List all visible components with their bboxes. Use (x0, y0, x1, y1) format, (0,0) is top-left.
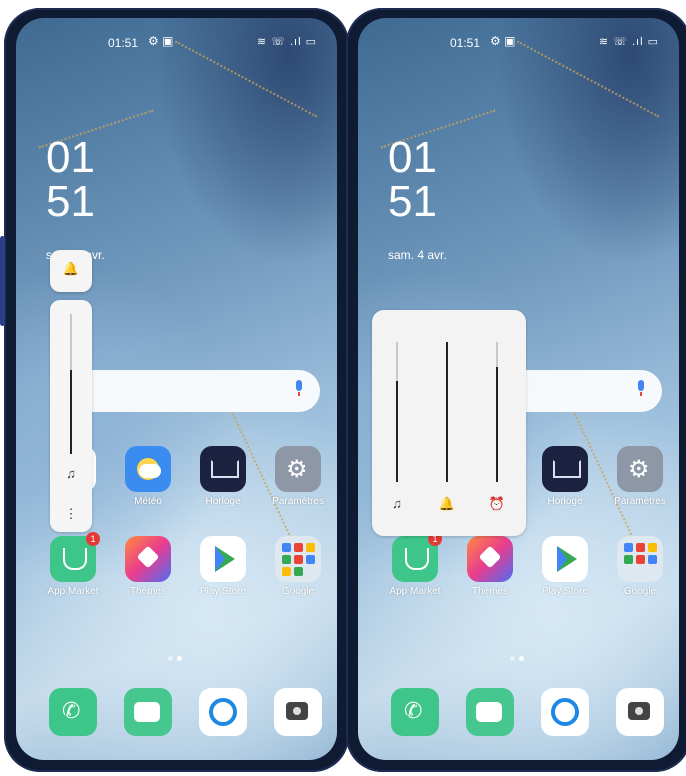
app-google-folder[interactable]: Google (605, 536, 675, 597)
app-app-market[interactable]: 1 App Market (380, 532, 450, 597)
app-label: Thèmes (129, 586, 167, 597)
app-label: Paramètres (614, 496, 666, 507)
app-google-folder[interactable]: Google (263, 536, 333, 597)
app-label: Google (623, 586, 657, 597)
home-screen-right: 01:51 ⚙ ▣ ≋ ☏ .ıl ▭ 01 51 sam. 4 avr. Ho… (358, 18, 679, 760)
browser-icon (199, 688, 247, 736)
app-label: Horloge (547, 496, 583, 507)
phone-left: 01:51 ⚙ ▣ ≋ ☏ .ıl ▭ 01 51 sam. 4 avr. G … (0, 8, 349, 772)
phone-right: 01:51 ⚙ ▣ ≋ ☏ .ıl ▭ 01 51 sam. 4 avr. Ho… (346, 8, 686, 772)
settings-icon: ⚙ (617, 446, 663, 492)
app-market-icon: 1 (50, 532, 100, 582)
bell-icon: 🔔 (438, 496, 456, 511)
clock-minute: 51 (388, 177, 437, 226)
camera-icon (274, 688, 322, 736)
media-volume-fill (396, 381, 398, 482)
status-bar: 01:51 ⚙ ▣ ≋ ☏ .ıl ▭ (16, 34, 337, 54)
dock-messages[interactable] (455, 688, 525, 736)
status-time: 01:51 (108, 36, 139, 50)
media-volume-slider[interactable] (70, 314, 72, 454)
bell-icon: 🔔 (62, 261, 80, 276)
ringer-volume-fill (446, 342, 448, 482)
ringer-volume-slider[interactable] (446, 342, 448, 482)
app-parametres[interactable]: ⚙ Paramètres (605, 446, 675, 507)
app-parametres[interactable]: ⚙ Paramètres (263, 446, 333, 507)
phone-icon: ✆ (391, 688, 439, 736)
notification-badge: 1 (86, 532, 100, 546)
page-indicator (508, 648, 538, 661)
app-play-store[interactable]: Play Store (530, 536, 600, 597)
ringer-mode-button[interactable]: 🔔 (50, 250, 92, 292)
lock-clock: 01 51 (388, 136, 437, 224)
app-play-store[interactable]: Play Store (188, 536, 258, 597)
clock-date: sam. 4 avr. (388, 248, 447, 262)
app-label: Play Store (199, 586, 247, 597)
messages-icon (466, 688, 514, 736)
app-label: Météo (134, 496, 162, 507)
volume-side-button[interactable] (0, 236, 5, 326)
themes-icon (125, 536, 171, 582)
app-label: Play Store (541, 586, 589, 597)
app-label: Horloge (205, 496, 241, 507)
dock-phone[interactable]: ✆ (380, 688, 450, 736)
clock-hour: 01 (388, 133, 437, 182)
music-note-icon: ♫ (66, 466, 76, 481)
status-bar: 01:51 ⚙ ▣ ≋ ☏ .ıl ▭ (358, 34, 679, 54)
app-label: App Market (389, 586, 441, 597)
app-themes[interactable]: Thèmes (455, 536, 525, 597)
media-volume-fill (70, 370, 72, 454)
dock-phone[interactable]: ✆ (38, 688, 108, 736)
dock-camera[interactable] (263, 688, 333, 736)
page-indicator (166, 648, 196, 661)
app-app-market[interactable]: 1 App Market (38, 532, 108, 597)
alarm-volume-slider[interactable] (496, 342, 498, 482)
play-store-icon (200, 536, 246, 582)
alarm-volume-fill (496, 367, 498, 482)
weather-icon (125, 446, 171, 492)
volume-panel-collapsed[interactable]: ♫ ⋮ (50, 300, 92, 532)
dock-camera[interactable] (605, 688, 675, 736)
dock-messages[interactable] (113, 688, 183, 736)
status-time: 01:51 (450, 36, 481, 50)
app-label: App Market (47, 586, 99, 597)
media-volume-slider[interactable] (396, 342, 398, 482)
app-label: Google (281, 586, 315, 597)
lock-clock: 01 51 (46, 136, 95, 224)
settings-status-icon: ⚙ ▣ (490, 34, 516, 48)
microphone-icon[interactable] (636, 380, 646, 396)
camera-icon (616, 688, 664, 736)
app-meteo[interactable]: Météo (113, 446, 183, 507)
dock-browser[interactable] (188, 688, 258, 736)
app-horloge[interactable]: Horloge (188, 446, 258, 507)
more-options-icon[interactable]: ⋮ (59, 506, 83, 522)
messages-icon (124, 688, 172, 736)
clock-icon (542, 446, 588, 492)
google-folder-icon (617, 536, 663, 582)
phone-icon: ✆ (49, 688, 97, 736)
music-note-icon: ♫ (392, 496, 402, 511)
clock-hour: 01 (46, 133, 95, 182)
clock-minute: 51 (46, 177, 95, 226)
app-themes[interactable]: Thèmes (113, 536, 183, 597)
settings-icon: ⚙ (275, 446, 321, 492)
microphone-icon[interactable] (294, 380, 304, 396)
play-store-icon (542, 536, 588, 582)
app-market-icon: 1 (392, 532, 442, 582)
home-screen-left: 01:51 ⚙ ▣ ≋ ☏ .ıl ▭ 01 51 sam. 4 avr. G … (16, 18, 337, 760)
clock-icon (200, 446, 246, 492)
app-label: Thèmes (471, 586, 509, 597)
browser-icon (541, 688, 589, 736)
app-horloge[interactable]: Horloge (530, 446, 600, 507)
volume-panel-expanded[interactable]: ♫ 🔔 ⏰ (372, 310, 526, 536)
signal-icons: ≋ ☏ .ıl ▭ (256, 36, 317, 48)
google-folder-icon (275, 536, 321, 582)
alarm-clock-icon: ⏰ (488, 496, 506, 511)
settings-status-icon: ⚙ ▣ (148, 34, 174, 48)
dock-browser[interactable] (530, 688, 600, 736)
app-label: Paramètres (272, 496, 324, 507)
themes-icon (467, 536, 513, 582)
signal-icons: ≋ ☏ .ıl ▭ (598, 36, 659, 48)
